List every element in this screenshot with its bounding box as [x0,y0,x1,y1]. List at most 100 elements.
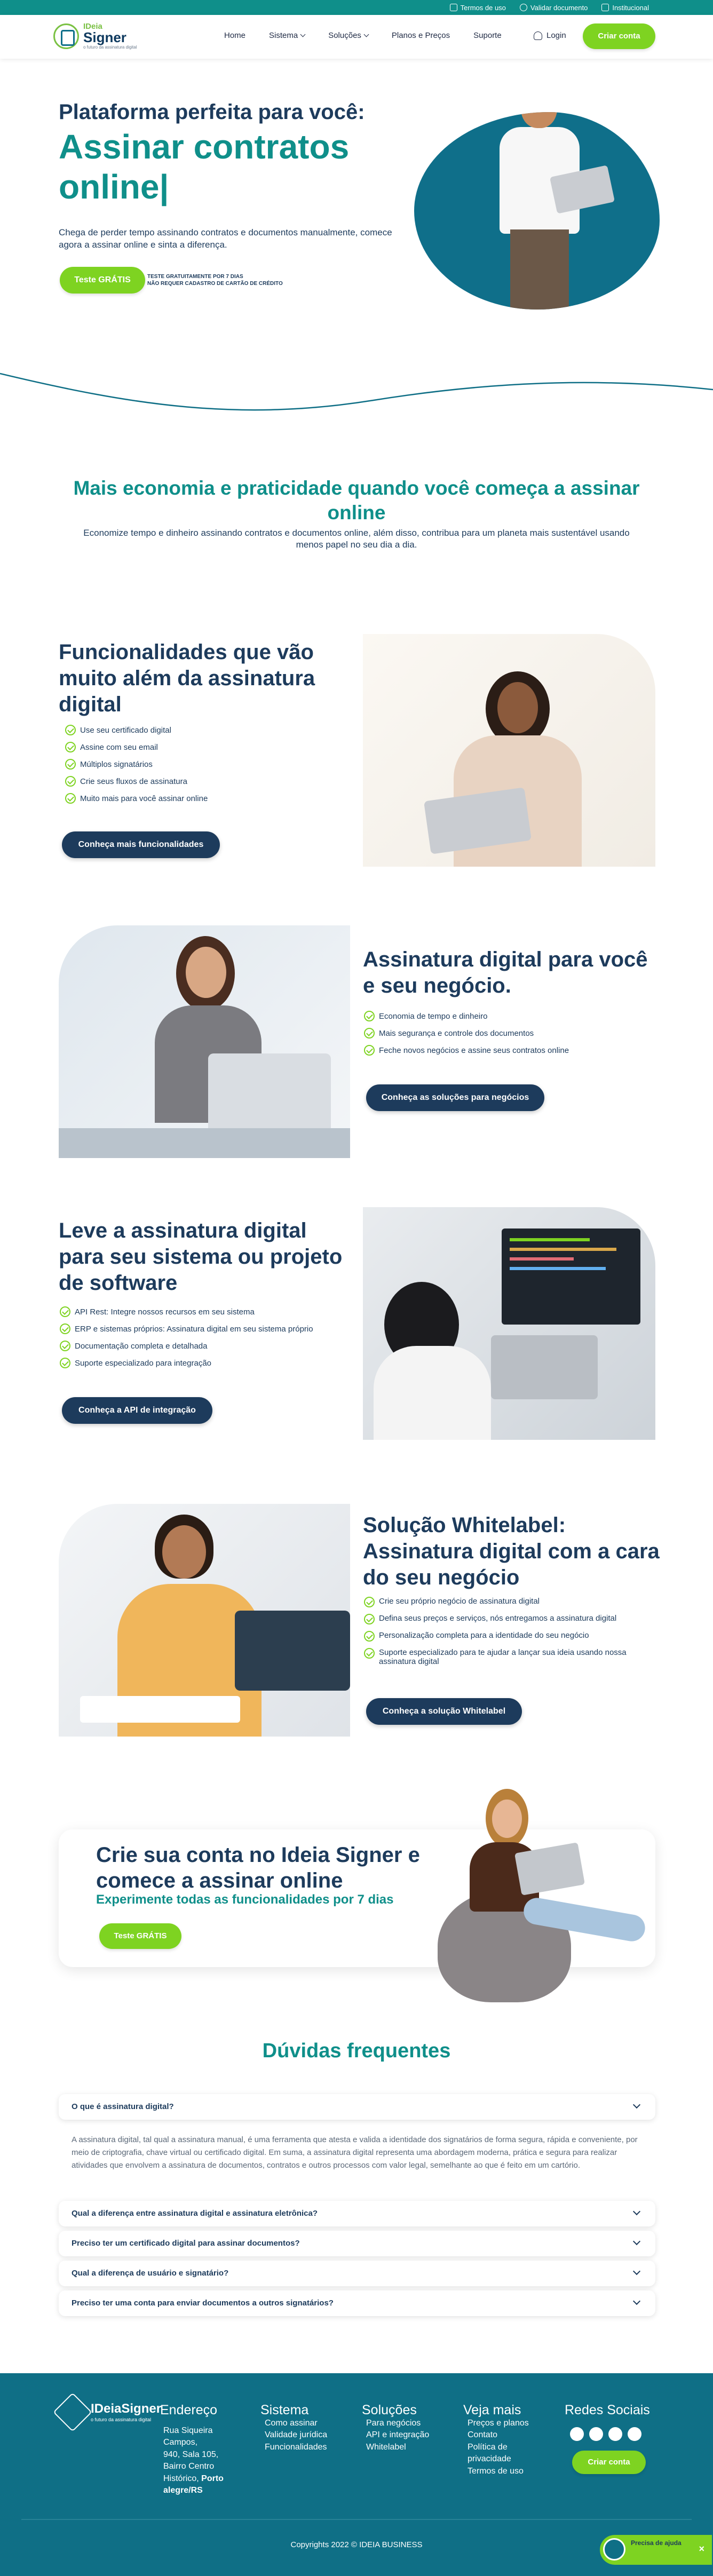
check-icon [364,1631,375,1642]
hero-title: Assinar contratos online| [59,128,350,206]
feature-list: Crie seu próprio negócio de assinatura d… [364,1594,655,1666]
feature-title: Solução Whitelabel: Assinatura digital c… [363,1513,660,1589]
woman-desk-image [59,925,350,1158]
logo-mark-icon [53,2392,92,2432]
footer-heading: Endereço [160,2403,218,2418]
check-icon [60,1306,70,1317]
check-icon [364,1045,375,1056]
faq-item[interactable]: Qual a diferença entre assinatura digita… [59,2201,655,2226]
footer-link[interactable]: Funcionalidades [265,2442,327,2453]
list-item: Suporte especializado para te ajudar a l… [364,1645,655,1666]
business-solutions-button[interactable]: Conheça as soluções para negócios [366,1084,544,1111]
check-icon [364,1597,375,1607]
chevron-down-icon [363,31,369,37]
footer-link[interactable]: Política de [468,2442,529,2453]
list-item: Personalização completa para a identidad… [364,1628,655,1645]
man-laptop-image [59,1504,350,1737]
footer-link[interactable]: Whitelabel [366,2442,429,2453]
top-bar: Termos de uso Validar documento Instituc… [0,0,713,15]
woman-beanbag-image [432,1789,656,2002]
footer-heading: Soluções [362,2403,417,2418]
hero-description: Chega de perder tempo assinando contrato… [59,227,392,250]
footer-create-account-button[interactable]: Criar conta [572,2451,646,2474]
features-button[interactable]: Conheça mais funcionalidades [62,831,220,858]
feature-title: Assinatura digital para você e seu negóc… [363,948,648,997]
chevron-down-icon [632,2297,641,2305]
user-icon [534,31,542,40]
chevron-down-icon [300,31,306,37]
feature-title: Leve a assinatura digital para seu siste… [59,1219,343,1295]
footer-column-sistema: Como assinar Validade jurídica Funcional… [265,2418,327,2453]
create-account-button[interactable]: Criar conta [583,23,655,49]
nav-item-suporte[interactable]: Suporte [473,31,502,40]
wave-divider [0,372,713,411]
footer-link[interactable]: Validade jurídica [265,2429,327,2441]
check-icon [364,1614,375,1624]
footer-address: Rua Siqueira Campos, 940, Sala 105, Bair… [163,2426,224,2495]
logo-mark-icon [53,23,79,49]
list-item: Suporte especializado para integração [60,1354,313,1372]
check-icon [65,725,76,735]
top-link-terms[interactable]: Termos de uso [449,4,506,12]
document-icon [449,4,457,11]
footer-column-veja-mais: Preços e planos Contato Política de priv… [468,2418,529,2477]
footer-heading: Redes Sociais [565,2403,650,2418]
top-link-validate[interactable]: Validar documento [519,4,588,12]
building-icon [601,4,609,11]
list-item: API Rest: Integre nossos recursos em seu… [60,1303,313,1320]
footer-link[interactable]: privacidade [468,2453,529,2465]
footer-link[interactable]: Contato [468,2429,529,2441]
list-item: Crie seu próprio negócio de assinatura d… [364,1594,655,1611]
check-icon [364,1028,375,1039]
faq-item[interactable]: Preciso ter um certificado digital para … [59,2231,655,2256]
feature-list: API Rest: Integre nossos recursos em seu… [60,1303,313,1372]
nav-item-planos[interactable]: Planos e Preços [392,31,450,40]
footer-logo[interactable]: IDeiaSigner o futuro da assinatura digita… [53,2392,161,2432]
social-links [570,2427,641,2441]
footer-heading: Veja mais [463,2403,521,2418]
api-integration-button[interactable]: Conheça a API de integração [62,1397,212,1424]
check-icon [60,1358,70,1368]
nav-item-sistema[interactable]: Sistema [269,31,306,40]
logo[interactable]: IDeia Signer o futuro da assinatura digi… [53,22,137,50]
nav-item-home[interactable]: Home [224,31,245,40]
chevron-down-icon [632,2267,641,2276]
nav-item-solucoes[interactable]: Soluções [328,31,369,40]
list-item: Crie seus fluxos de assinatura [65,773,208,790]
list-item: ERP e sistemas próprios: Assinatura digi… [60,1320,313,1337]
list-item: Use seu certificado digital [65,722,208,739]
footer-link[interactable]: API e integração [366,2429,429,2441]
top-link-institutional[interactable]: Institucional [601,4,649,12]
faq-item[interactable]: Preciso ter uma conta para enviar docume… [59,2290,655,2316]
help-chat-widget[interactable]: Precisa de ajuda × [600,2535,712,2565]
nav-menu: Home Sistema Soluções Planos e Preços Su… [224,31,502,40]
whitelabel-button[interactable]: Conheça a solução Whitelabel [366,1698,522,1725]
list-item: Múltiplos signatários [65,756,208,773]
check-icon [65,793,76,804]
intro-subtitle: Economize tempo e dinheiro assinando con… [83,528,630,550]
login-link[interactable]: Login [534,31,566,40]
close-icon[interactable]: × [699,2543,704,2555]
footer-link[interactable]: Como assinar [265,2418,327,2429]
footer-link[interactable]: Para negócios [366,2418,429,2429]
list-item: Feche novos negócios e assine seus contr… [364,1042,569,1059]
footer-link[interactable]: Termos de uso [468,2466,529,2477]
list-item: Assine com seu email [65,739,208,756]
facebook-icon[interactable] [570,2427,584,2441]
feature-list: Economia de tempo e dinheiro Mais segura… [364,1008,569,1059]
check-icon [60,1341,70,1351]
trial-note: TESTE GRATUITAMENTE POR 7 DIAS NÃO REQUE… [147,274,283,287]
instagram-icon[interactable] [589,2427,603,2441]
chevron-down-icon [632,2101,641,2109]
list-item: Economia de tempo e dinheiro [364,1008,569,1025]
feature-list: Use seu certificado digital Assine com s… [65,722,208,807]
youtube-icon[interactable] [628,2427,641,2441]
cta-trial-button[interactable]: Teste GRÁTIS [99,1923,181,1949]
logo-line2: Signer [83,29,126,45]
faq-item-open[interactable]: O que é assinatura digital? [59,2094,655,2120]
free-trial-button[interactable]: Teste GRÁTIS [60,267,145,294]
feature-title: Funcionalidades que vão muito além da as… [59,640,315,716]
linkedin-icon[interactable] [608,2427,622,2441]
faq-item[interactable]: Qual a diferença de usuário e signatário… [59,2261,655,2286]
footer-link[interactable]: Preços e planos [468,2418,529,2429]
